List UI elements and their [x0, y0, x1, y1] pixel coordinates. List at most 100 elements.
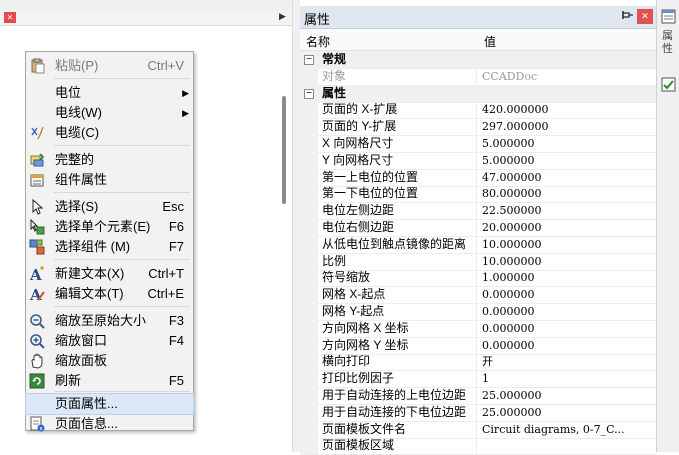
property-value[interactable]: 10.000000 — [482, 236, 652, 253]
check-list-icon[interactable] — [661, 77, 676, 95]
property-row[interactable]: 用于自动连接的上电位边距 25.000000 — [300, 387, 656, 405]
property-category[interactable]: − 常规 — [300, 51, 656, 69]
property-name: 横向打印 — [322, 353, 477, 371]
pin-icon[interactable] — [622, 9, 634, 24]
property-row[interactable]: 页面模板区域 — [300, 437, 656, 455]
property-row[interactable]: 页面模板文件名 Circuit diagrams, 0-7_C... — [300, 420, 656, 439]
property-value[interactable]: 开 — [482, 353, 652, 370]
property-value[interactable]: 1 — [482, 370, 652, 387]
panel-splitter[interactable] — [292, 0, 300, 452]
menu-item-9[interactable]: A 新建文本(X) Ctrl+T — [26, 264, 193, 284]
property-value[interactable]: 25.000000 — [482, 387, 652, 404]
property-value[interactable]: 297.000000 — [482, 118, 652, 135]
menu-item-2[interactable]: 电线(W) ▶ — [26, 103, 193, 123]
menu-item-12[interactable]: 缩放窗口 F4 — [26, 331, 193, 351]
panel-close-icon[interactable]: ✕ — [637, 9, 653, 24]
property-value[interactable]: 22.500000 — [482, 202, 652, 219]
property-value[interactable]: 10.000000 — [482, 253, 652, 270]
property-row[interactable]: 从低电位到触点镜像的距离 10.000000 — [300, 235, 656, 254]
row-gutter — [300, 303, 318, 320]
property-value[interactable]: CCADDoc — [482, 68, 652, 85]
menu-item-16[interactable]: 页面信息... — [26, 414, 193, 434]
property-value[interactable]: 20.000000 — [482, 219, 652, 236]
zoom-window-icon — [29, 333, 45, 349]
property-value[interactable]: 0.000000 — [482, 303, 652, 320]
component-properties-icon — [29, 172, 45, 188]
property-row[interactable]: X 向网格尺寸 5.000000 — [300, 135, 656, 153]
property-value[interactable]: 80.000000 — [482, 185, 652, 202]
row-gutter — [300, 387, 318, 404]
menu-item-7[interactable]: 选择单个元素(E) F6 — [26, 217, 193, 237]
property-name: 用于自动连接的下电位边距 — [322, 403, 477, 421]
row-gutter — [300, 336, 318, 354]
row-gutter — [300, 370, 318, 388]
property-value[interactable]: Circuit diagrams, 0-7_C... — [482, 421, 652, 438]
menu-item-14[interactable]: 刷新 F5 — [26, 371, 193, 391]
property-row[interactable]: 用于自动连接的下电位边距 25.000000 — [300, 403, 656, 422]
menu-item-label: 选择(S) — [55, 199, 99, 214]
property-row[interactable]: 电位右侧边距 20.000000 — [300, 219, 656, 237]
property-row[interactable]: 符号缩放 1.000000 — [300, 269, 656, 288]
collapse-toggle-icon[interactable]: − — [304, 88, 314, 99]
property-value[interactable]: 1.000000 — [482, 269, 652, 286]
tab-close-icon[interactable]: ✕ — [4, 12, 16, 23]
property-name: 页面的 Y-扩展 — [322, 118, 477, 136]
document-tab-strip — [0, 10, 292, 26]
property-row[interactable]: 页面的 X-扩展 420.000000 — [300, 101, 656, 120]
tab-scroll-right-icon[interactable]: ▶ — [279, 11, 286, 22]
property-row[interactable]: 方向网格 Y 坐标 0.000000 — [300, 336, 656, 355]
property-row[interactable]: 网格 Y-起点 0.000000 — [300, 303, 656, 321]
property-value[interactable]: 5.000000 — [482, 135, 652, 152]
menu-item-11[interactable]: 缩放至原始大小 F3 — [26, 311, 193, 331]
row-gutter — [300, 235, 318, 253]
menu-item-1[interactable]: 电位 ▶ — [26, 83, 193, 103]
menu-item-3[interactable]: 电缆(C) — [26, 123, 193, 143]
menu-item-5[interactable]: 组件属性 — [26, 170, 193, 190]
submenu-arrow-icon: ▶ — [182, 88, 189, 98]
menu-item-8[interactable]: 选择组件 (M) F7 — [26, 237, 193, 257]
property-row[interactable]: 方向网格 X 坐标 0.000000 — [300, 319, 656, 338]
column-header-name[interactable]: 名称 — [306, 33, 330, 50]
row-gutter — [300, 286, 318, 304]
menu-separator — [54, 145, 190, 146]
menu-separator — [54, 78, 190, 79]
context-menu: 粘贴(P) Ctrl+V 电位 ▶ 电线(W) ▶ 电缆(C) 完整的 组件属性选择(S) Esc… — [25, 51, 194, 434]
property-row[interactable]: 页面的 Y-扩展 297.000000 — [300, 118, 656, 137]
property-row[interactable]: 第一下电位的位置 80.000000 — [300, 185, 656, 204]
collapse-toggle-icon[interactable]: − — [304, 55, 314, 65]
property-row[interactable]: 对象 CCADDoc — [300, 67, 656, 86]
property-value[interactable]: 47.000000 — [482, 169, 652, 186]
row-gutter — [300, 135, 318, 152]
column-header-value[interactable]: 值 — [484, 33, 496, 50]
property-row[interactable]: 第一上电位的位置 47.000000 — [300, 168, 656, 187]
property-value[interactable]: 5.000000 — [482, 152, 652, 169]
menu-item-label: 选择单个元素(E) — [55, 219, 151, 234]
menu-item-13[interactable]: 缩放面板 — [26, 351, 193, 371]
menu-item-6[interactable]: 选择(S) Esc — [26, 197, 193, 217]
property-name: 常规 — [322, 52, 347, 66]
property-value[interactable]: 25.000000 — [482, 404, 652, 421]
property-row[interactable]: 打印比例因子 1 — [300, 370, 656, 389]
canvas-vertical-scrollbar[interactable] — [282, 96, 286, 204]
menu-item-10[interactable]: A 编辑文本(T) Ctrl+E — [26, 284, 193, 304]
property-row[interactable]: 比例 10.000000 — [300, 252, 656, 271]
property-category[interactable]: − 属性 — [300, 84, 656, 103]
menu-item-4[interactable]: 完整的 — [26, 150, 193, 170]
menu-item-shortcut: Ctrl+E — [147, 286, 184, 301]
row-gutter — [300, 101, 318, 119]
menu-item-15[interactable]: 页面属性... — [25, 393, 194, 415]
row-gutter — [300, 252, 318, 270]
menu-item-label: 选择组件 (M) — [55, 239, 131, 254]
property-row[interactable]: 电位左侧边距 22.500000 — [300, 202, 656, 221]
property-value[interactable]: 420.000000 — [482, 101, 652, 118]
property-row[interactable]: 横向打印开 — [300, 353, 656, 372]
menu-item-0[interactable]: 粘贴(P) Ctrl+V — [26, 56, 193, 76]
properties-side-tab-label[interactable]: 属性 — [662, 30, 674, 56]
properties-window-icon[interactable] — [661, 9, 676, 27]
property-row[interactable]: Y 向网格尺寸 5.000000 — [300, 151, 656, 170]
property-value[interactable]: 0.000000 — [482, 337, 652, 354]
property-name: X 向网格尺寸 — [322, 135, 477, 152]
property-row[interactable]: 网格 X-起点 0.000000 — [300, 286, 656, 305]
property-value[interactable]: 0.000000 — [482, 320, 652, 337]
property-value[interactable]: 0.000000 — [482, 286, 652, 303]
